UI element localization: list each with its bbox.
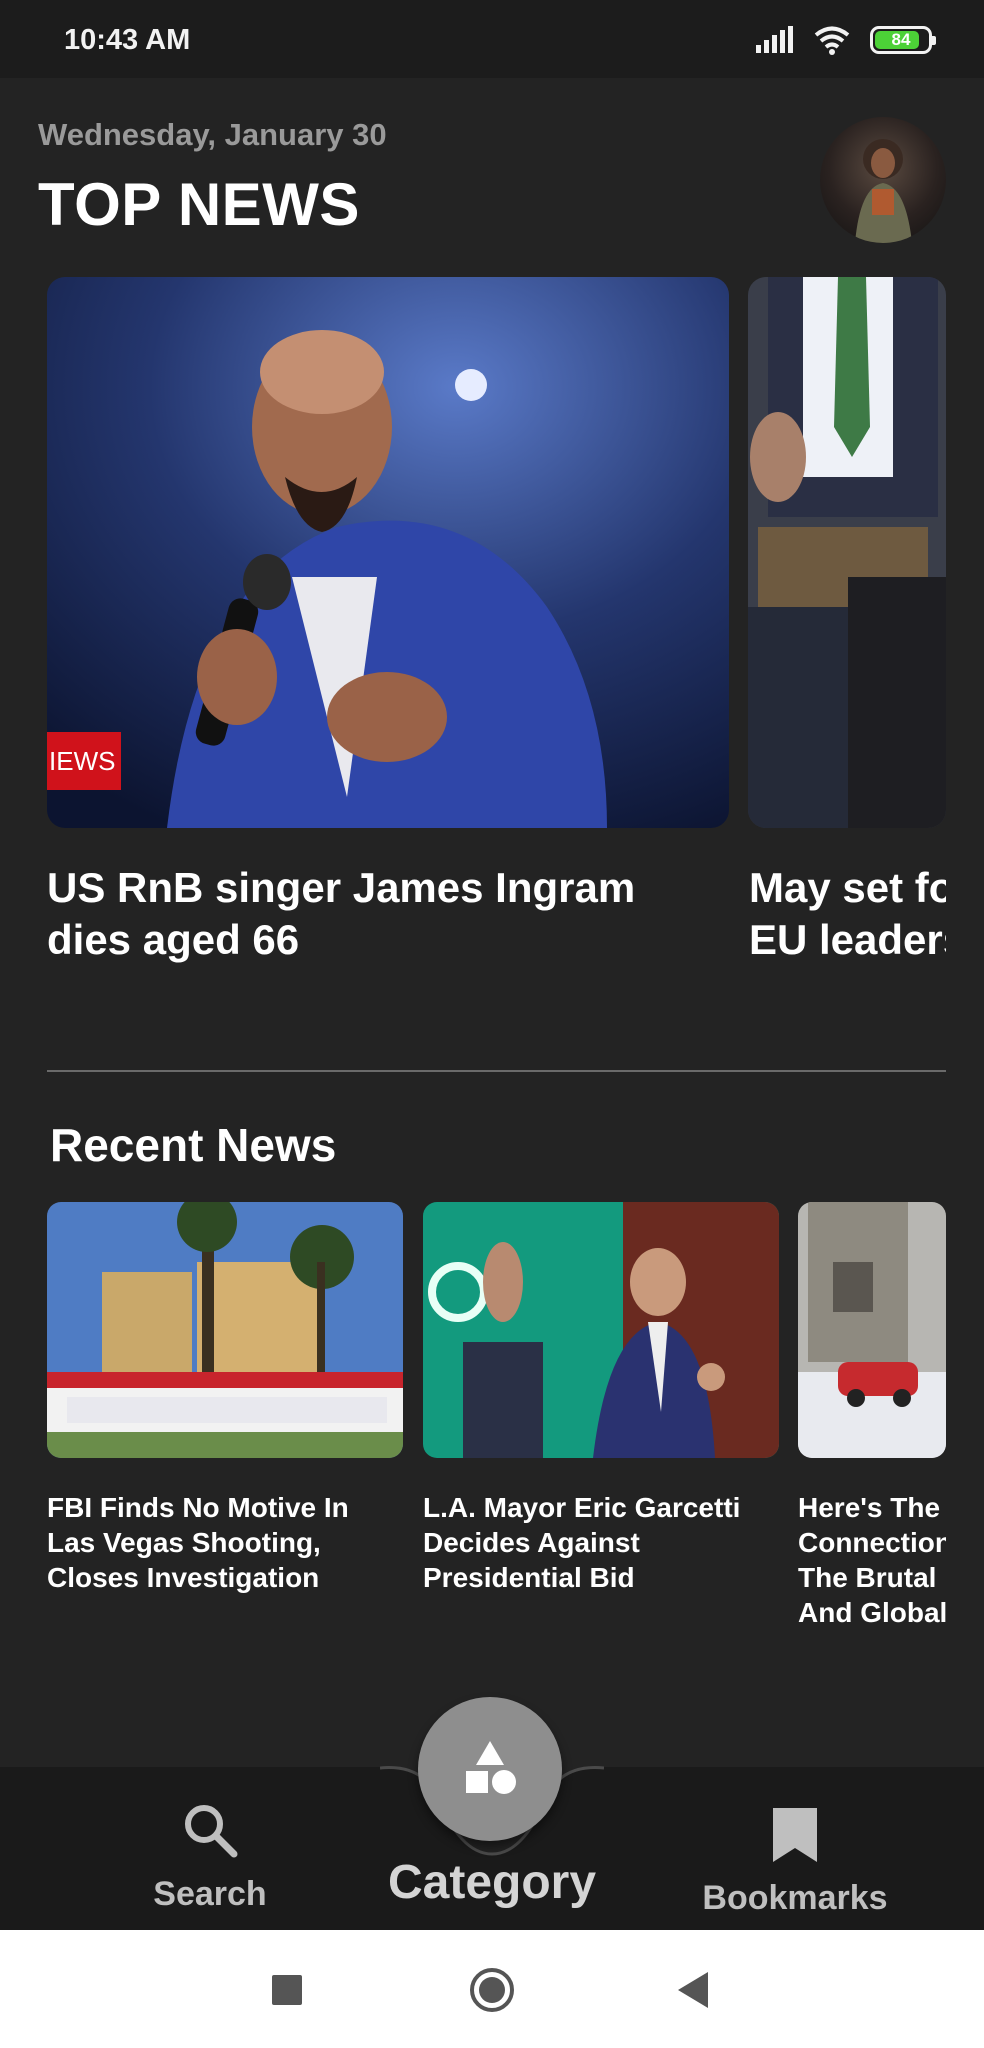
recent-news-headline-2[interactable]: L.A. Mayor Eric Garcetti Decides Against…	[423, 1490, 779, 1595]
recent-news-image-3[interactable]	[798, 1202, 946, 1458]
nav-search-label: Search	[153, 1875, 267, 1913]
bookmark-icon	[773, 1808, 817, 1862]
status-bar: 10:43 AM 84	[0, 0, 984, 78]
recent-news-image-2[interactable]	[423, 1202, 779, 1458]
singer-photo	[47, 277, 729, 828]
recent-news-image[interactable]	[47, 1202, 403, 1458]
las-vegas-photo	[47, 1202, 403, 1458]
category-fab-button[interactable]	[418, 1697, 562, 1841]
section-divider	[47, 1070, 946, 1072]
date-label: Wednesday, January 30	[38, 117, 387, 152]
recent-news-headline-3[interactable]: Here's The Connection The Brutal And Glo…	[798, 1490, 946, 1630]
status-icons: 84	[754, 24, 936, 56]
top-news-headline-2[interactable]: May set fo EU leaders	[749, 862, 946, 966]
signal-icon	[756, 26, 793, 53]
battery-level: 84	[891, 30, 911, 49]
page-title: TOP NEWS	[38, 171, 360, 238]
recent-news-headline-3-line1: Here's The	[798, 1492, 941, 1523]
recent-news-headline-3-line2: Connection	[798, 1527, 946, 1558]
recent-news-headline[interactable]: FBI Finds No Motive In Las Vegas Shootin…	[47, 1490, 403, 1595]
status-time: 10:43 AM	[64, 24, 191, 56]
recent-news-headline-3-line3: The Brutal	[798, 1562, 937, 1593]
recent-news-headline-3-line4: And Global	[798, 1597, 946, 1628]
avatar-image	[855, 139, 912, 243]
nav-bookmarks-label: Bookmarks	[702, 1879, 888, 1917]
top-news-image[interactable]: IEWS	[47, 277, 729, 828]
nav-search-button[interactable]: Search	[130, 1800, 290, 1914]
nav-bookmarks-button[interactable]: Bookmarks	[690, 1806, 900, 1918]
avatar[interactable]	[820, 117, 946, 243]
nav-category-label[interactable]: Category	[370, 1855, 614, 1910]
search-icon	[185, 1805, 238, 1858]
top-news-image-2[interactable]	[748, 277, 946, 828]
top-news-headline-2-line2: EU leaders	[749, 916, 946, 963]
wifi-icon	[814, 26, 850, 55]
garcetti-photo	[423, 1202, 779, 1458]
recent-apps-icon[interactable]	[272, 1975, 302, 2005]
politics-photo	[748, 277, 946, 828]
shapes-icon	[466, 1741, 516, 1794]
battery-icon: 84	[870, 26, 936, 54]
home-icon[interactable]	[470, 1968, 514, 2012]
section-title: Recent News	[50, 1119, 337, 1171]
top-news-headline[interactable]: US RnB singer James Ingram dies aged 66	[47, 862, 707, 966]
snow-photo	[798, 1202, 946, 1458]
top-news-headline-2-line1: May set fo	[749, 864, 946, 911]
back-icon[interactable]	[678, 1972, 708, 2008]
news-channel-tag: IEWS	[47, 732, 121, 790]
